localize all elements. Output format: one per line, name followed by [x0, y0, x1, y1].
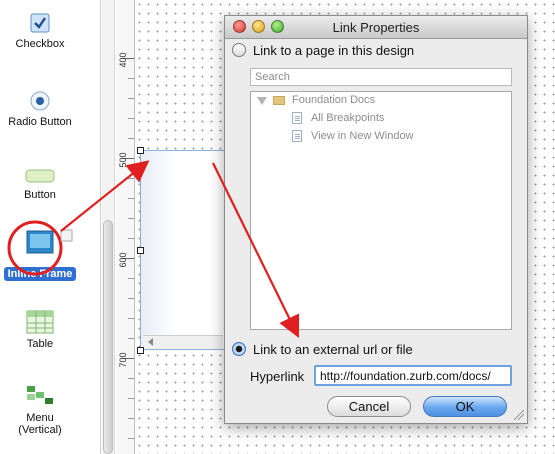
- page-icon: [292, 112, 302, 124]
- palette-label-radio-button: Radio Button: [8, 116, 72, 128]
- palette-label-button: Button: [24, 189, 56, 201]
- folder-icon: [273, 96, 285, 105]
- page-icon: [292, 130, 302, 142]
- palette-item-checkbox[interactable]: Checkbox: [0, 12, 80, 50]
- page-tree[interactable]: Foundation Docs All Breakpoints View in …: [250, 91, 512, 330]
- vertical-ruler: 400 500 600 700: [116, 0, 135, 454]
- expand-triangle-icon[interactable]: [257, 97, 267, 105]
- inline-frame-scrollbar: [143, 335, 223, 349]
- scroll-left-icon: [148, 338, 153, 346]
- tree-item-foundation-docs[interactable]: Foundation Docs: [292, 94, 375, 106]
- option-link-external-label: Link to an external url or file: [253, 342, 413, 357]
- dialog-titlebar[interactable]: Link Properties: [225, 16, 527, 39]
- radio-link-to-page[interactable]: [232, 43, 246, 57]
- ok-button[interactable]: OK: [423, 396, 507, 417]
- palette-item-button[interactable]: Button: [0, 167, 80, 201]
- palette-label-checkbox: Checkbox: [15, 38, 65, 50]
- radio-link-external[interactable]: [232, 342, 246, 356]
- checkbox-icon: [30, 13, 50, 33]
- widget-palette: Checkbox Radio Button Button Inline Fram…: [0, 0, 101, 454]
- radio-button-icon: [30, 91, 50, 111]
- resize-handle-bottom-left[interactable]: [137, 347, 144, 354]
- inline-frame-icon: [26, 230, 54, 254]
- palette-item-inline-frame[interactable]: Inline Frame: [0, 230, 80, 281]
- palette-label-table: Table: [26, 338, 54, 350]
- table-icon: [26, 310, 54, 334]
- hyperlink-label: Hyperlink: [250, 369, 305, 384]
- palette-label-inline-frame: Inline Frame: [4, 267, 76, 281]
- resize-handle-top-left[interactable]: [137, 147, 144, 154]
- ruler-label-600: 600: [118, 252, 128, 268]
- ruler-label-500: 500: [118, 152, 128, 168]
- menu-vertical-icon: [27, 386, 53, 404]
- palette-scroll-thumb[interactable]: [103, 220, 113, 454]
- tree-item-all-breakpoints[interactable]: All Breakpoints: [311, 112, 384, 124]
- ruler-label-400: 400: [118, 52, 128, 68]
- option-link-to-page-label: Link to a page in this design: [253, 43, 415, 58]
- palette-item-menu-vertical[interactable]: Menu (Vertical): [0, 384, 80, 436]
- dialog-title: Link Properties: [332, 20, 420, 35]
- palette-label-menu-vertical: Menu (Vertical): [18, 412, 62, 436]
- tree-item-view-in-new-window[interactable]: View in New Window: [311, 130, 414, 142]
- ruler-label-700: 700: [118, 352, 128, 368]
- palette-item-table[interactable]: Table: [0, 310, 80, 350]
- cancel-button[interactable]: Cancel: [327, 396, 411, 417]
- resize-handle-middle-left[interactable]: [137, 247, 144, 254]
- hyperlink-input[interactable]: http://foundation.zurb.com/docs/: [314, 365, 512, 386]
- link-properties-dialog: Link Properties Link to a page in this d…: [224, 15, 528, 424]
- page-search-input[interactable]: Search: [250, 68, 512, 86]
- palette-item-radio-button[interactable]: Radio Button: [0, 90, 80, 128]
- inline-frame-widget[interactable]: [140, 150, 226, 350]
- resize-grip-icon[interactable]: [514, 410, 524, 420]
- button-icon: [25, 169, 55, 183]
